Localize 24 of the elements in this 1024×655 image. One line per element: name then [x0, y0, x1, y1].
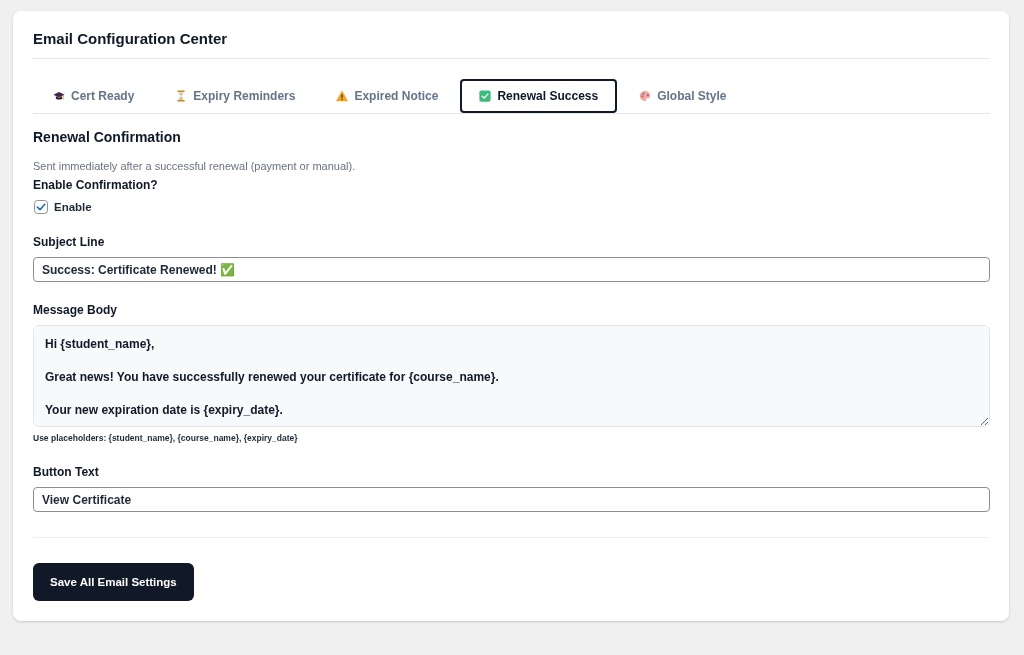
checkbox[interactable] — [34, 200, 48, 214]
tab[interactable]: Cert Ready — [34, 79, 154, 113]
page-title: Email Configuration Center — [33, 29, 229, 49]
tab[interactable]: Expiry Reminders — [156, 79, 315, 113]
text-field[interactable]: View Certificate — [33, 487, 990, 512]
text-field[interactable]: Success: Certificate Renewed! ✅ — [33, 257, 990, 282]
tab[interactable]: Renewal Success — [460, 79, 618, 113]
field-label: Subject Line — [33, 235, 106, 250]
palette-icon — [639, 90, 652, 102]
field-label: Enable Confirmation? — [33, 178, 159, 193]
section-heading: Renewal Confirmation — [33, 128, 182, 146]
save-button[interactable]: Save All Email Settings — [33, 563, 194, 601]
check-square-icon — [479, 90, 492, 102]
graduation-cap-icon — [53, 90, 65, 102]
field-label: Button Text — [33, 465, 100, 480]
section-description: Sent immediately after a successful renewal (payment or manual). — [33, 159, 357, 173]
tab[interactable]: Expired Notice — [317, 79, 458, 113]
hourglass-icon — [175, 90, 188, 102]
message-body-field[interactable]: Hi {student_name}, Great news! You have successfully renewed your certificate for {course_name}. Your new expiration date is {expiry_date}. — [33, 325, 990, 427]
tab[interactable]: Global Style — [620, 79, 746, 113]
field-hint: Use placeholders: {student_name}, {course_name}, {expiry_date} — [33, 432, 299, 444]
warning-icon — [336, 90, 349, 102]
field-label: Message Body — [33, 303, 119, 318]
checkbox-label[interactable]: Enable — [54, 200, 92, 214]
